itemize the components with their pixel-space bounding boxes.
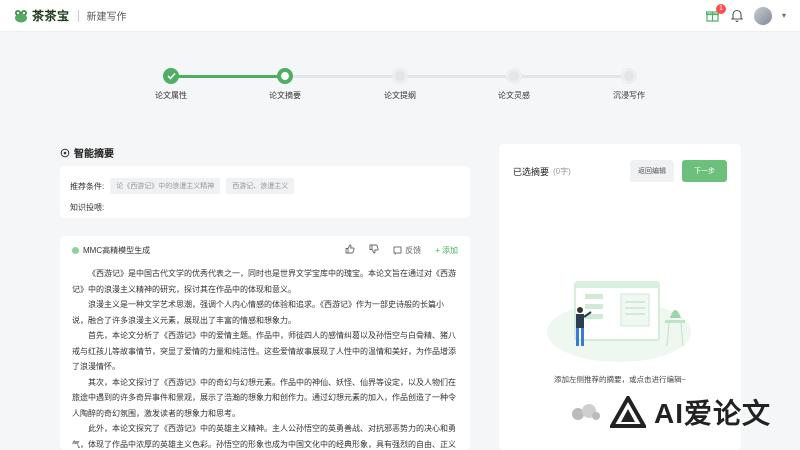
step-paper-outline[interactable]: 论文提纲 (350, 66, 450, 101)
status-dot (72, 246, 79, 254)
word-count: (0字) (553, 166, 571, 176)
condition-tag[interactable]: 西游记、浪漫主义 (226, 178, 295, 194)
notification-badge: 1 (715, 3, 726, 14)
watermark-logo-icon (572, 404, 600, 420)
abstract-body: 《西游记》是中国古代文学的优秀代表之一，同时也是世界文学宝库中的瑰宝。本论文旨在… (72, 266, 458, 450)
abstract-paragraph: 此外，本论文探究了《西游记》中的英雄主义精神。主人公孙悟空的英勇善战、对抗邪恶势… (72, 424, 456, 449)
knowledge-feed-label: 知识投喂: (70, 203, 105, 212)
step-immersive-writing[interactable]: 沉浸写作 (579, 66, 679, 101)
logo[interactable]: 茶茶宝 (14, 7, 70, 24)
abstract-paragraph: 浪漫主义是一种文学艺术思潮，强调个人内心情感的体验和追求。《西游记》作为一部史诗… (72, 300, 444, 325)
feedback-icon (393, 246, 402, 255)
feedback-button[interactable]: 反馈 (393, 245, 421, 256)
step-label: 论文提纲 (384, 91, 416, 100)
condition-tag[interactable]: 论《西游记》中的浪漫主义精神 (110, 178, 221, 194)
empty-hint: 添加左侧推荐的摘要，或点击进行编辑~ (554, 375, 686, 384)
chevron-down-icon[interactable]: ▾ (782, 11, 786, 20)
model-source-label: MMC高精模型生成 (83, 245, 151, 255)
watermark: AI爱论文 (568, 392, 771, 432)
logo-text: 茶茶宝 (32, 9, 70, 23)
step-paper-attributes[interactable]: 论文属性 (121, 66, 221, 101)
step-paper-inspiration[interactable]: 论文灵感 (464, 66, 564, 101)
conditions-label: 推荐条件: (70, 181, 105, 191)
header-divider (77, 9, 79, 22)
step-dot (277, 68, 293, 84)
thumbs-down-icon[interactable] (369, 244, 379, 256)
top-header: 茶茶宝 新建写作 1 ▾ (0, 0, 800, 32)
section-title: 智能摘要 (60, 145, 114, 160)
progress-steps: 论文属性 论文摘要 论文提纲 论文灵感 沉浸写作 (155, 66, 645, 106)
step-label: 论文灵感 (498, 91, 530, 100)
watermark-a-icon (610, 396, 646, 428)
recommend-conditions-card: 推荐条件: 论《西游记》中的浪漫主义精神 西游记、浪漫主义 知识投喂: (60, 166, 470, 218)
next-step-button[interactable]: 下一步 (682, 160, 727, 182)
feedback-label: 反馈 (405, 245, 422, 255)
step-label: 沉浸写作 (613, 91, 645, 100)
step-dot (506, 68, 522, 84)
section-title-text: 智能摘要 (74, 149, 114, 160)
step-label: 论文摘要 (269, 91, 301, 100)
avatar[interactable] (753, 6, 772, 25)
abstract-paragraph: 其次，本论文探讨了《西游记》中的奇幻与幻想元素。作品中的神仙、妖怪、仙界等设定，… (72, 377, 456, 418)
abstract-paragraph: 《西游记》是中国古代文学的优秀代表之一，同时也是世界文学宝库中的瑰宝。本论文旨在… (72, 269, 456, 294)
bell-icon[interactable] (730, 9, 744, 23)
step-paper-abstract[interactable]: 论文摘要 (235, 66, 335, 101)
watermark-text: AI爱论文 (654, 398, 772, 429)
step-line-todo (285, 75, 629, 78)
page-title: 新建写作 (86, 12, 127, 23)
add-button[interactable]: + 添加 (435, 245, 458, 256)
frog-logo-icon (15, 9, 27, 22)
step-dot (621, 68, 637, 84)
step-dot (392, 68, 408, 84)
selected-abstract-title: 已选摘要 (513, 166, 550, 177)
step-label: 论文属性 (155, 91, 187, 100)
empty-state-illustration (547, 281, 691, 362)
thumbs-up-icon[interactable] (345, 244, 355, 256)
gift-icon[interactable]: 1 (706, 3, 726, 23)
abstract-paragraph: 首先，本论文分析了《西游记》中的爱情主题。作品中，师徒四人的感情纠葛以及孙悟空与… (72, 331, 456, 371)
generated-abstract-card: MMC高精模型生成 反馈 + 添加 《西游记》是中国古代文学的优秀代表之一，同时… (60, 236, 470, 450)
check-icon (163, 68, 179, 84)
back-to-edit-button[interactable]: 返回编辑 (630, 160, 674, 182)
smart-abstract-icon (60, 148, 70, 157)
